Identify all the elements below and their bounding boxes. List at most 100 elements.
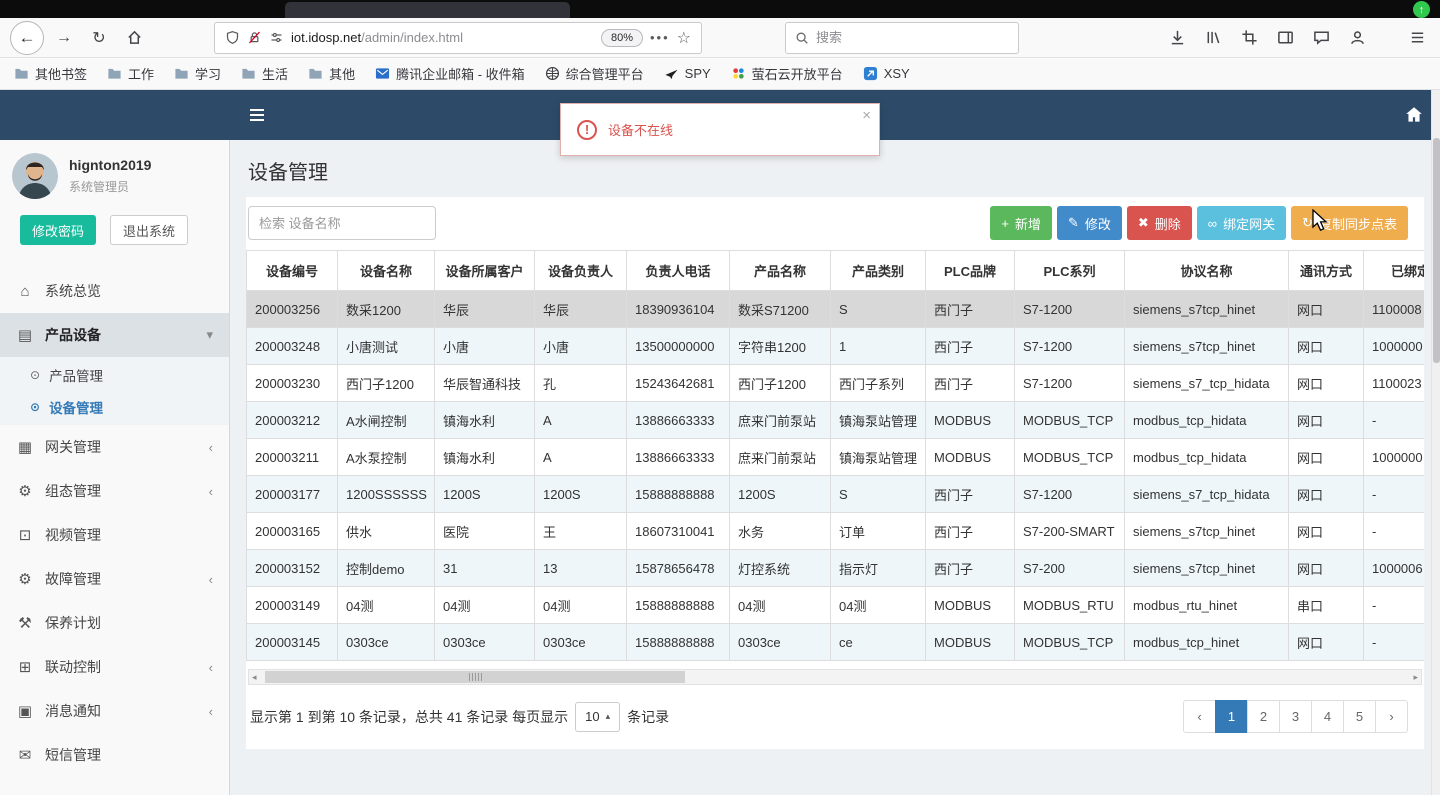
table-cell[interactable]: 小唐测试 [337,327,435,365]
table-cell[interactable]: 1200S [434,475,535,513]
scrollbar-thumb[interactable] [265,671,685,683]
table-cell[interactable]: modbus_rtu_hinet [1124,586,1289,624]
table-cell[interactable]: 15888888888 [626,586,730,624]
table-cell[interactable]: 镇海泵站管理 [830,401,926,439]
table-cell[interactable]: 13 [534,549,627,587]
table-cell[interactable]: 15878656478 [626,549,730,587]
screenshot-icon[interactable] [1241,29,1258,46]
sidebar-item-message-notify[interactable]: ▣ 消息通知 ‹ [0,689,229,733]
table-cell[interactable]: 网口 [1288,327,1364,365]
table-cell[interactable]: 04测 [534,586,627,624]
reload-button[interactable]: ↻ [84,23,114,53]
sidebar-item-fault-mgmt[interactable]: ⚙ 故障管理 ‹ [0,557,229,601]
table-cell[interactable]: siemens_s7tcp_hinet [1124,327,1289,365]
table-cell[interactable]: S7-1200 [1014,364,1125,402]
sidebar-item-config-mgmt[interactable]: ⚙ 组态管理 ‹ [0,469,229,513]
table-cell[interactable]: 订单 [830,512,926,550]
table-row[interactable]: 200003230 西门子1200 华辰智通科技孔 15243642681 西门子120… [246,364,1424,402]
table-cell[interactable]: siemens_s7tcp_hinet [1124,512,1289,550]
column-header[interactable]: 设备编号 [246,250,338,291]
table-cell[interactable]: 200003165 [246,512,338,550]
sidebar-item-overview[interactable]: ⌂ 系统总览 [0,269,229,313]
table-cell[interactable]: A水闸控制 [337,401,435,439]
table-cell[interactable]: 王 [534,512,627,550]
forward-button[interactable]: → [49,23,79,53]
table-cell[interactable]: 网口 [1288,512,1364,550]
table-cell[interactable]: MODBUS [925,623,1015,661]
table-cell[interactable]: 西门子1200 [337,364,435,402]
table-cell[interactable]: 1200S [729,475,831,513]
scroll-right-icon[interactable]: ▸ [1413,672,1418,683]
delete-button[interactable]: ✖ 删除 [1126,206,1192,240]
table-cell[interactable]: S7-1200 [1014,475,1125,513]
table-cell[interactable]: MODBUS [925,438,1015,476]
table-cell[interactable]: 控制demo [337,549,435,587]
bookmark-item[interactable]: XSY [863,66,910,81]
page-button-1[interactable]: 1 [1215,700,1248,733]
table-cell[interactable]: modbus_tcp_hinet [1124,623,1289,661]
table-cell[interactable]: 网口 [1288,623,1364,661]
sidebar-collapse-icon[interactable] [248,106,266,124]
horizontal-scrollbar[interactable]: ◂ ▸ [248,669,1422,685]
table-cell[interactable]: S7-200-SMART [1014,512,1125,550]
prev-page-button[interactable]: ‹ [1183,700,1216,733]
table-cell[interactable]: 1200S [534,475,627,513]
table-cell[interactable]: 小唐 [534,327,627,365]
table-row[interactable]: 200003211 A水泵控制 镇海水利 A 13886663333 庶来门前泵站 镇海泵站… [246,438,1424,476]
update-available-icon[interactable]: ↑ [1413,1,1430,18]
table-cell[interactable]: 西门子系列 [830,364,926,402]
table-cell[interactable]: 1100008 [1363,290,1424,328]
device-search-input[interactable] [248,206,436,240]
table-cell[interactable]: - [1363,623,1424,661]
table-cell[interactable]: 小唐 [434,327,535,365]
sidebar-subitem-product-mgmt[interactable]: ⊙ 产品管理 [0,359,229,391]
column-header[interactable]: 协议名称 [1124,250,1289,291]
table-row[interactable]: 200003165 供水 医院王 18607310041 水务 订单 西门子 S7-200-S… [246,512,1424,550]
hamburger-menu-icon[interactable] [1409,29,1426,46]
table-cell[interactable]: S7-1200 [1014,290,1125,328]
table-cell[interactable]: 1 [830,327,926,365]
table-cell[interactable]: 15243642681 [626,364,730,402]
copy-sync-table-button[interactable]: ↻ 复制同步点表 [1291,206,1408,240]
library-icon[interactable] [1205,29,1222,46]
table-cell[interactable]: 数采S71200 [729,290,831,328]
page-actions-icon[interactable]: ••• [650,30,670,45]
table-cell[interactable]: modbus_tcp_hidata [1124,438,1289,476]
column-header[interactable]: 设备名称 [337,250,435,291]
table-cell[interactable]: 镇海水利 [434,401,535,439]
sidebar-item-sms-mgmt[interactable]: ✉ 短信管理 [0,733,229,777]
table-cell[interactable]: 1000006 [1363,549,1424,587]
table-cell[interactable]: ce [830,623,926,661]
table-cell[interactable]: 04测 [830,586,926,624]
table-cell[interactable]: 西门子 [925,364,1015,402]
table-cell[interactable]: 200003256 [246,290,338,328]
column-header[interactable]: 产品名称 [729,250,831,291]
avatar[interactable] [12,153,58,199]
column-header[interactable]: 设备负责人 [534,250,627,291]
table-cell[interactable]: 孔 [534,364,627,402]
download-icon[interactable] [1169,29,1186,46]
table-cell[interactable]: MODBUS_TCP [1014,623,1125,661]
table-cell[interactable]: 200003145 [246,623,338,661]
page-button-5[interactable]: 5 [1343,700,1376,733]
table-row[interactable]: 200003152 控制demo 31 13 15878656478 灯控系统 指示灯 西门子… [246,549,1424,587]
table-cell[interactable]: A [534,401,627,439]
search-input[interactable] [816,30,996,45]
column-header[interactable]: 产品类别 [830,250,926,291]
table-cell[interactable]: 串口 [1288,586,1364,624]
zoom-indicator[interactable]: 80% [600,28,643,47]
table-row[interactable]: 200003149 04测 04测 04测 15888888888 04测 04测 MODBU… [246,586,1424,624]
table-cell[interactable]: 200003177 [246,475,338,513]
table-cell[interactable]: 字符串1200 [729,327,831,365]
logout-button[interactable]: 退出系统 [110,215,189,245]
sidebar-item-product-device[interactable]: ▤ 产品设备 ▾ [0,313,229,357]
table-cell[interactable]: - [1363,401,1424,439]
column-header[interactable]: PLC系列 [1014,250,1125,291]
sidebar-subitem-device-mgmt[interactable]: ⊙ 设备管理 [0,391,229,423]
table-cell[interactable]: siemens_s7_tcp_hidata [1124,364,1289,402]
browser-search[interactable] [785,21,1019,54]
edit-button[interactable]: ✎ 修改 [1056,206,1122,240]
table-cell[interactable]: 医院 [434,512,535,550]
table-cell[interactable]: 200003230 [246,364,338,402]
table-cell[interactable]: MODBUS_RTU [1014,586,1125,624]
